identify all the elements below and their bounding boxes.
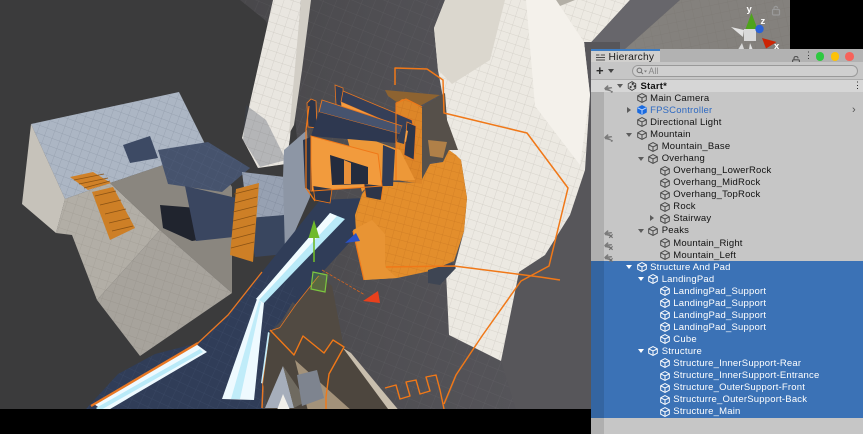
svg-text:y: y [747,4,753,15]
svg-text:z: z [761,16,766,27]
